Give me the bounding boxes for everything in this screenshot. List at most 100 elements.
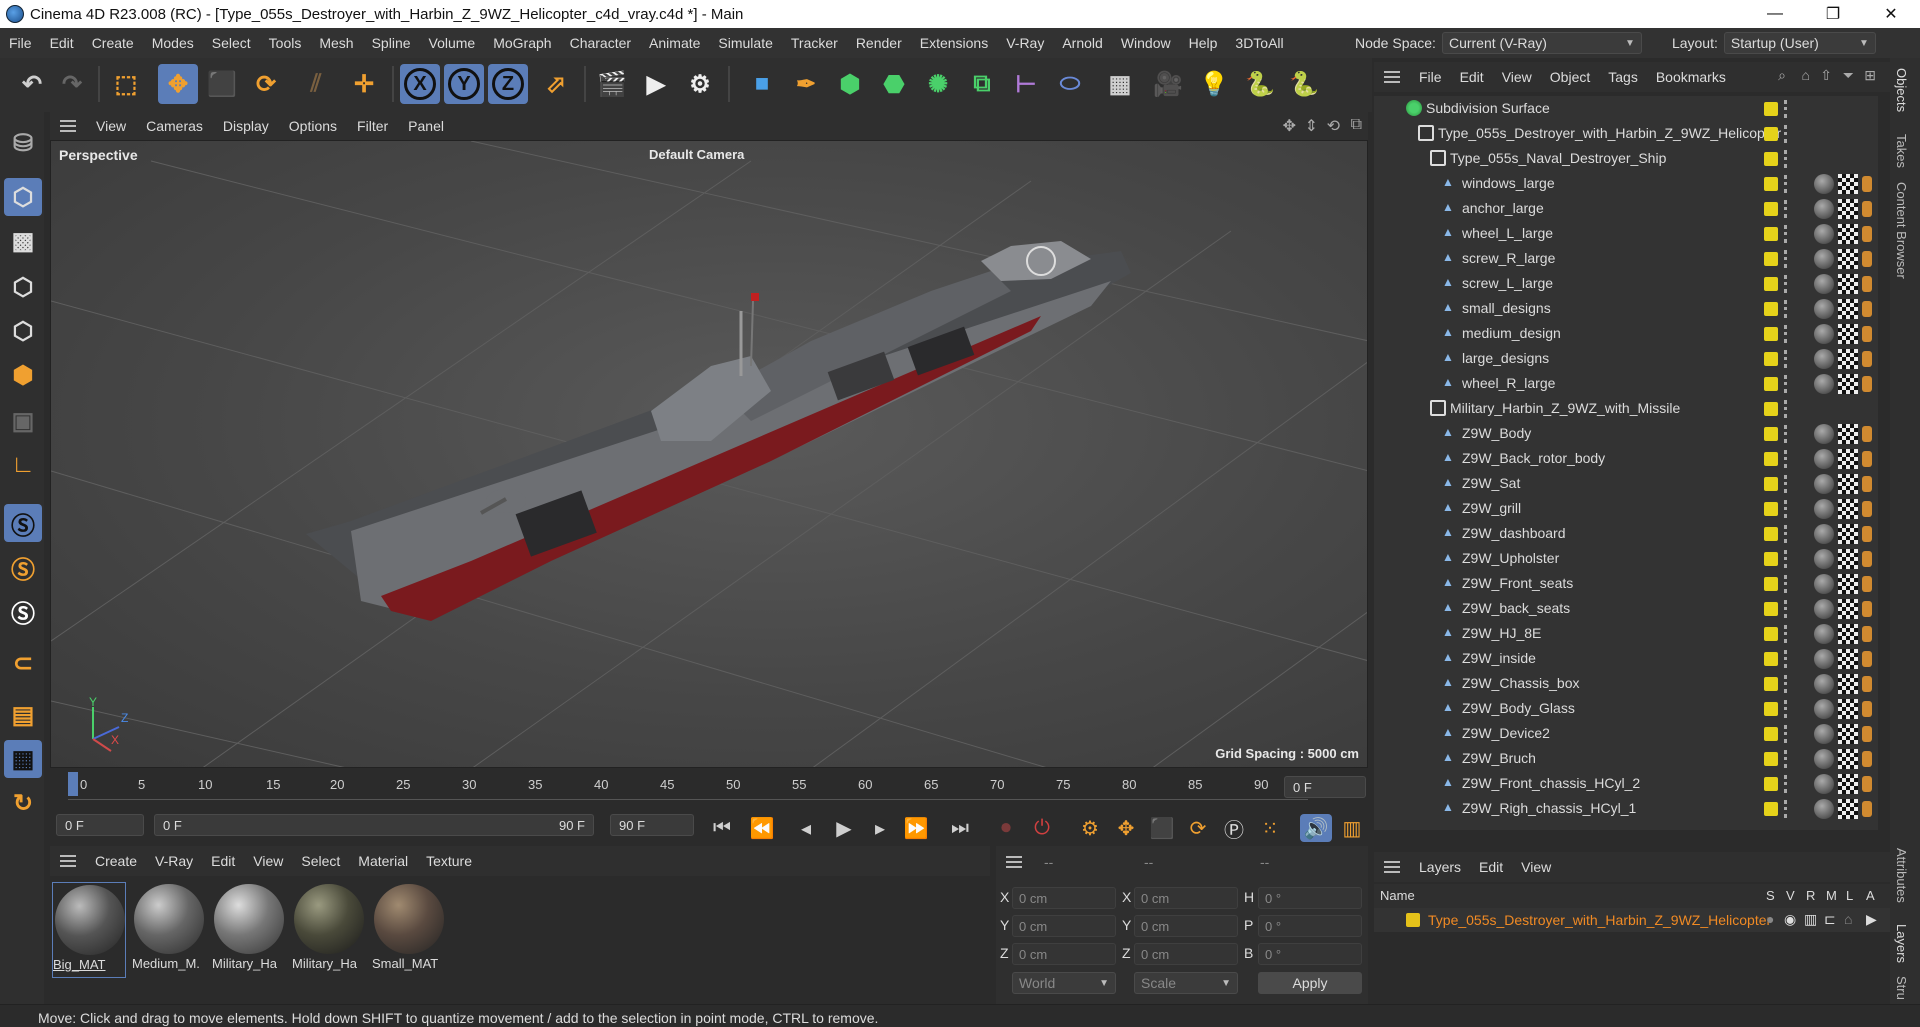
autokey-icon[interactable]: ⏻ <box>1026 814 1058 842</box>
vray-tag-icon[interactable] <box>1862 801 1872 817</box>
perspective-viewport[interactable]: Perspective Default Camera Grid Spacing … <box>50 140 1368 768</box>
layer-color-tag[interactable] <box>1764 102 1778 116</box>
object-name[interactable]: Z9W_Chassis_box <box>1462 675 1580 691</box>
material-menu-material[interactable]: Material <box>349 853 417 869</box>
vray-tag-icon[interactable] <box>1862 601 1872 617</box>
texture-tag-icon[interactable] <box>1838 299 1858 319</box>
object-name[interactable]: Z9W_inside <box>1462 650 1536 666</box>
rotation-b-field[interactable]: 0 ° <box>1258 943 1362 965</box>
object-name[interactable]: Z9W_Body <box>1462 425 1531 441</box>
visibility-dots-icon[interactable] <box>1784 800 1790 818</box>
object-name[interactable]: medium_design <box>1462 325 1561 341</box>
visibility-dots-icon[interactable] <box>1784 275 1790 293</box>
object-row[interactable]: ▲ Z9W_Front_chassis_HCyl_2 <box>1374 771 1878 796</box>
size-mode-dropdown[interactable]: Scale ▼ <box>1134 972 1238 994</box>
vray-tag-icon[interactable] <box>1862 651 1872 667</box>
menu-tracker[interactable]: Tracker <box>782 28 847 58</box>
camera-icon[interactable]: 🎥 <box>1148 64 1188 104</box>
key-pla-icon[interactable]: ⁙ <box>1254 814 1286 842</box>
object-name[interactable]: Z9W_Front_chassis_HCyl_2 <box>1462 775 1640 791</box>
mograph-cloner-icon[interactable]: ✺ <box>918 64 958 104</box>
object-row[interactable]: ▲ wheel_L_large <box>1374 221 1878 246</box>
material-tag-icon[interactable] <box>1814 574 1834 594</box>
layer-menu-edit[interactable]: Edit <box>1470 859 1512 875</box>
material-tag-icon[interactable] <box>1814 349 1834 369</box>
object-row[interactable]: Subdivision Surface <box>1374 96 1878 121</box>
visibility-dots-icon[interactable] <box>1784 225 1790 243</box>
material-menu-select[interactable]: Select <box>292 853 349 869</box>
material-tag-icon[interactable] <box>1814 624 1834 644</box>
texture-tag-icon[interactable] <box>1838 449 1858 469</box>
tab-content-browser[interactable]: Content Browser <box>1894 182 1909 279</box>
vray-tag-icon[interactable] <box>1862 326 1872 342</box>
go-to-end-icon[interactable]: ⏭ <box>944 814 976 842</box>
rotate-tool-icon[interactable]: ⟳ <box>246 64 286 104</box>
key-parameter-icon[interactable]: Ⓟ <box>1218 814 1250 842</box>
menu-modes[interactable]: Modes <box>143 28 203 58</box>
material-tag-icon[interactable] <box>1814 324 1834 344</box>
texture-tag-icon[interactable] <box>1838 799 1858 819</box>
tab-layers[interactable]: Layers <box>1894 924 1909 963</box>
material-tag-icon[interactable] <box>1814 449 1834 469</box>
menu-create[interactable]: Create <box>83 28 143 58</box>
visibility-dots-icon[interactable] <box>1784 675 1790 693</box>
object-menu-file[interactable]: File <box>1410 69 1451 85</box>
object-row[interactable]: ▲ Z9W_dashboard <box>1374 521 1878 546</box>
layer-color-tag[interactable] <box>1764 577 1778 591</box>
material-tag-icon[interactable] <box>1814 699 1834 719</box>
object-row[interactable]: ▲ medium_design <box>1374 321 1878 346</box>
position-y-field[interactable]: 0 cm <box>1012 915 1116 937</box>
object-row[interactable]: ▲ wheel_R_large <box>1374 371 1878 396</box>
hamburger-icon[interactable] <box>1384 71 1400 83</box>
material-tag-icon[interactable] <box>1814 524 1834 544</box>
vray-tag-icon[interactable] <box>1862 276 1872 292</box>
camera-name[interactable]: Default Camera <box>649 147 744 162</box>
menu-vray[interactable]: V-Ray <box>997 28 1053 58</box>
sound-icon[interactable]: 🔊 <box>1300 814 1332 842</box>
layer-color-tag[interactable] <box>1764 602 1778 616</box>
magnet-icon[interactable]: ⊂ <box>4 644 42 682</box>
object-name[interactable]: Z9W_grill <box>1462 500 1521 516</box>
layer-color-tag[interactable] <box>1764 552 1778 566</box>
material-item[interactable]: Military_Ha <box>292 882 366 978</box>
material-tag-icon[interactable] <box>1814 774 1834 794</box>
visibility-dots-icon[interactable] <box>1784 650 1790 668</box>
tab-attributes[interactable]: Attributes <box>1894 848 1909 903</box>
texture-tag-icon[interactable] <box>1838 324 1858 344</box>
pen-icon[interactable]: ✒ <box>786 64 826 104</box>
extrude-icon[interactable]: ⬣ <box>874 64 914 104</box>
menu-extensions[interactable]: Extensions <box>911 28 997 58</box>
deformer-icon[interactable]: ⊢ <box>1006 64 1046 104</box>
snap-options-icon[interactable]: Ⓢ <box>4 592 42 630</box>
menu-spline[interactable]: Spline <box>363 28 420 58</box>
polygons-mode-icon[interactable]: ⬢ <box>4 356 42 394</box>
visibility-dots-icon[interactable] <box>1784 375 1790 393</box>
rotation-h-field[interactable]: 0 ° <box>1258 887 1362 909</box>
menu-3dtoall[interactable]: 3DToAll <box>1226 28 1292 58</box>
texture-tag-icon[interactable] <box>1838 524 1858 544</box>
start-frame-field[interactable]: 0 F <box>56 814 144 836</box>
material-tag-icon[interactable] <box>1814 724 1834 744</box>
visibility-dots-icon[interactable] <box>1784 550 1790 568</box>
texture-tag-icon[interactable] <box>1838 724 1858 744</box>
object-name[interactable]: Z9W_Front_seats <box>1462 575 1573 591</box>
texture-tag-icon[interactable] <box>1838 374 1858 394</box>
vray-tag-icon[interactable] <box>1862 176 1872 192</box>
layer-color-tag[interactable] <box>1764 727 1778 741</box>
solo-toggle-icon[interactable]: ● <box>1766 911 1774 927</box>
previous-key-icon[interactable]: ⏪ <box>746 814 778 842</box>
visibility-dots-icon[interactable] <box>1784 475 1790 493</box>
vray-tag-icon[interactable] <box>1862 726 1872 742</box>
minimize-button[interactable]: — <box>1746 0 1804 28</box>
playhead[interactable] <box>68 772 78 796</box>
rotate-view-icon[interactable]: ⟲ <box>1327 116 1340 136</box>
model-mode-icon[interactable]: ⬡ <box>4 178 42 216</box>
key-rotation-icon[interactable]: ⟳ <box>1182 814 1214 842</box>
object-row[interactable]: ▲ Z9W_Chassis_box <box>1374 671 1878 696</box>
search-icon[interactable]: ⌕ <box>1778 67 1786 84</box>
material-menu-texture[interactable]: Texture <box>417 853 481 869</box>
go-to-start-icon[interactable]: ⏮ <box>706 814 738 842</box>
layer-color-tag[interactable] <box>1764 452 1778 466</box>
material-menu-create[interactable]: Create <box>86 853 146 869</box>
vray-tag-icon[interactable] <box>1862 226 1872 242</box>
